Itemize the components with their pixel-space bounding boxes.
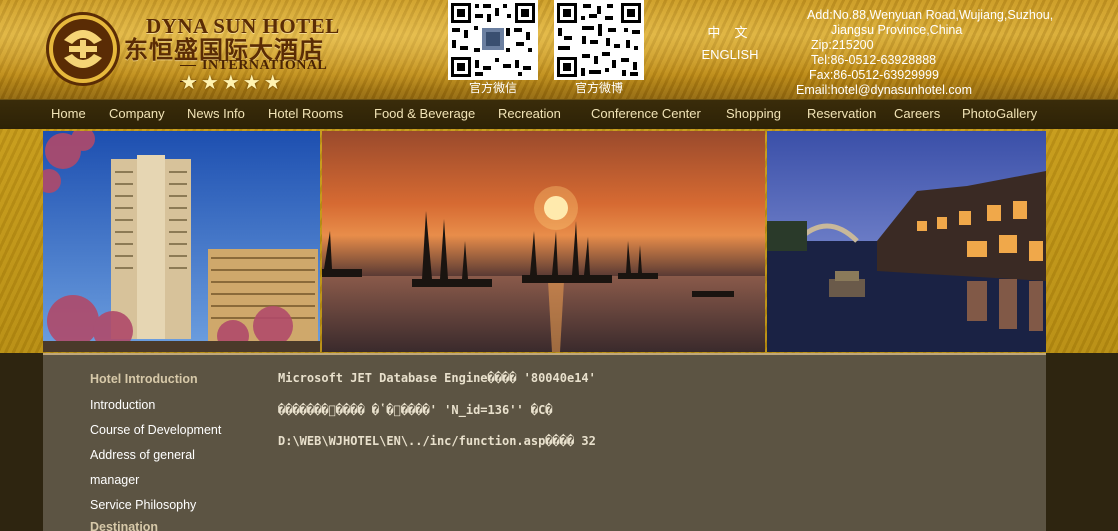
wechat-caption: 官方微信: [468, 81, 517, 95]
sidebar-item-address-general-manager[interactable]: Address of general: [90, 448, 195, 462]
sidebar-heading-destination[interactable]: Destination: [90, 520, 158, 531]
main-nav: Home Company News Info Hotel Rooms Food …: [0, 99, 1118, 129]
contact-address-line1: Add:No.88,Wenyuan Road,Wujiang,Suzhou,: [807, 8, 1054, 22]
qr-code-icon: [448, 0, 538, 80]
contact-address-line2: Jiangsu Province,China: [831, 23, 963, 37]
logo-emblem-icon: [46, 12, 120, 86]
nav-item-hotel-rooms[interactable]: Hotel Rooms: [268, 106, 343, 121]
error-message-line2: ����������� �ʽ�﷨����' 'N_id=136'' �С�: [278, 403, 553, 417]
contact-zip: Zip:215200: [811, 38, 874, 52]
sidebar-heading-hotel-introduction: Hotel Introduction: [90, 372, 198, 386]
sidebar-item-service-philosophy[interactable]: Service Philosophy: [90, 498, 196, 512]
nav-item-careers[interactable]: Careers: [894, 106, 940, 121]
error-message-line3: D:\WEB\WJHOTEL\EN\../inc/function.asp���…: [278, 434, 596, 448]
language-chinese-link[interactable]: 中 文: [698, 22, 762, 41]
qr-code-icon: [554, 0, 644, 80]
hotel-logo[interactable]: DYNA SUN HOTEL 东恒盛国际大酒店 INTERNATIONAL ★★…: [44, 10, 354, 94]
nav-item-conference[interactable]: Conference Center: [591, 106, 701, 121]
contact-email[interactable]: Email:hotel@dynasunhotel.com: [786, 83, 1066, 98]
contact-fax: Fax:86-0512-63929999: [809, 68, 939, 82]
weibo-caption: 官方微博: [574, 81, 623, 95]
sidebar-item-course-of-development[interactable]: Course of Development: [90, 423, 221, 437]
nav-item-company[interactable]: Company: [109, 106, 165, 121]
nav-item-food[interactable]: Food & Beverage: [374, 106, 475, 121]
nav-item-photo-gallery[interactable]: PhotoGallery: [962, 106, 1037, 121]
main-content: Hotel Introduction Introduction Course o…: [43, 353, 1046, 531]
nav-item-home[interactable]: Home: [51, 106, 86, 121]
weibo-qr-code[interactable]: 官方微博: [554, 0, 644, 95]
nav-item-reservation[interactable]: Reservation: [807, 106, 876, 121]
banner-sunset-lake-photo: [322, 131, 765, 352]
wechat-qr-code[interactable]: 官方微信: [448, 0, 538, 95]
error-message-line1: Microsoft JET Database Engine���� '80040…: [278, 371, 596, 385]
language-english-link[interactable]: ENGLISH: [698, 47, 762, 62]
banner-water-town-photo: [767, 131, 1046, 352]
contact-tel: Tel:86-0512-63928888: [811, 53, 937, 67]
nav-item-shopping[interactable]: Shopping: [726, 106, 781, 121]
nav-item-recreation[interactable]: Recreation: [498, 106, 561, 121]
logo-stars: ★★★★★: [180, 72, 285, 94]
contact-info: Add:No.88,Wenyuan Road,Wujiang,Suzhou, J…: [786, 8, 1066, 98]
nav-item-news[interactable]: News Info: [187, 106, 245, 121]
sidebar-item-introduction[interactable]: Introduction: [90, 398, 155, 412]
sidebar-item-address-general-manager-cont[interactable]: manager: [90, 473, 139, 487]
site-header: DYNA SUN HOTEL 东恒盛国际大酒店 INTERNATIONAL ★★…: [0, 0, 1118, 99]
banner-hotel-tower-photo: [43, 131, 320, 352]
